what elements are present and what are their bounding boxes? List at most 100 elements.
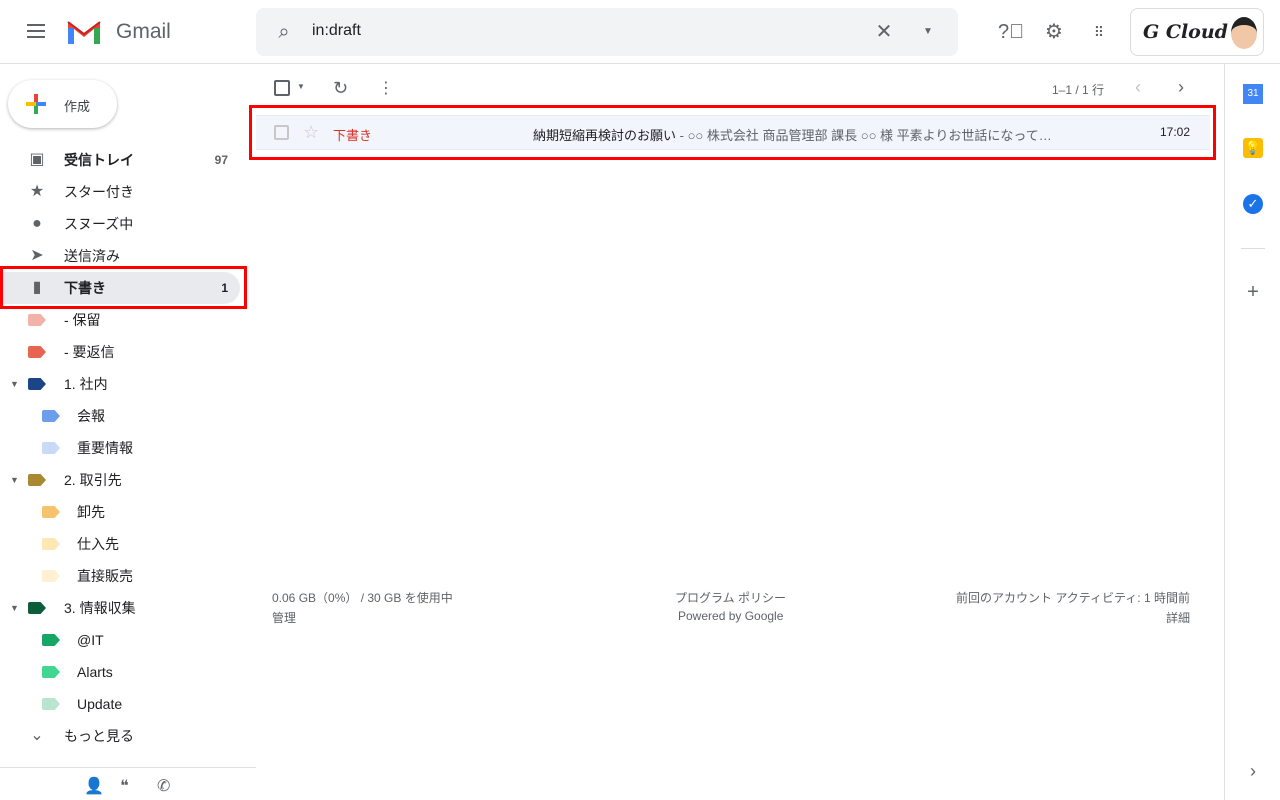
sidebar-label-name: 会報 (77, 408, 105, 424)
details-link[interactable]: 詳細 (1166, 609, 1190, 626)
sidebar-label-name: Alarts (77, 664, 113, 680)
sidebar-label-item[interactable]: Alarts (0, 656, 256, 688)
sidebar-label-item[interactable]: ▼ 1. 社内 (0, 368, 256, 400)
label-tag-icon (28, 602, 46, 614)
header: Gmail ⌕ in:draft ✕ ▼ ?⃝ ⚙ ⠿ G Cloud (0, 0, 1280, 64)
select-all-checkbox[interactable] (274, 80, 290, 96)
sidebar-label-item[interactable]: 卸先 (0, 496, 256, 528)
app-name: Gmail (116, 20, 171, 43)
sidebar-label-item[interactable]: 仕入先 (0, 528, 256, 560)
label-tag-icon (28, 314, 46, 326)
sidebar-label-item[interactable]: ▼ 3. 情報収集 (0, 592, 256, 624)
sidebar-label-name: 重要情報 (77, 440, 133, 456)
sidebar-label-name: 卸先 (77, 504, 105, 520)
main-menu-icon[interactable] (24, 20, 48, 44)
account-brand: G Cloud (1143, 21, 1228, 43)
tasks-icon[interactable]: ✓ (1243, 194, 1263, 214)
sidebar-label-item[interactable]: Update (0, 688, 256, 720)
select-dropdown-icon[interactable]: ▼ (297, 82, 305, 91)
help-icon[interactable]: ?⃝ (998, 20, 1024, 44)
label-tag-icon (28, 346, 46, 358)
sidebar: ▣ 受信トレイ 97 ★ スター付き ● スヌーズ中 ➤ 送信済み ▮ 下書き 1 - 保留 -… (0, 144, 256, 752)
label-tag-icon (42, 442, 60, 454)
more-button[interactable]: ⌄ もっと見る (0, 720, 256, 752)
sidebar-label-name: 直接販売 (77, 568, 133, 584)
email-highlight-box (249, 105, 1216, 160)
label-tag-icon (42, 410, 60, 422)
last-activity: 前回のアカウント アクティビティ: 1 時間前 (956, 591, 1190, 605)
star-icon: ★ (29, 183, 45, 200)
expand-caret-icon[interactable]: ▼ (10, 603, 19, 613)
label-tag-icon (42, 698, 60, 710)
more-label: もっと見る (64, 728, 134, 744)
sidebar-label-item[interactable]: - 要返信 (0, 336, 256, 368)
sidebar-label-name: 3. 情報収集 (64, 600, 136, 616)
sidebar-item-snoozed[interactable]: ● スヌーズ中 (0, 208, 256, 240)
calendar-icon[interactable]: 31 (1243, 84, 1263, 104)
unread-count: 97 (214, 153, 228, 167)
plus-icon (26, 94, 46, 114)
manage-link[interactable]: 管理 (272, 609, 296, 626)
apps-icon[interactable]: ⠿ (1086, 20, 1110, 44)
label-tag-icon (28, 474, 46, 486)
sidebar-item-starred[interactable]: ★ スター付き (0, 176, 256, 208)
powered-by: Powered by Google (678, 609, 784, 623)
sidebar-label-name: 仕入先 (77, 536, 119, 552)
label-tag-icon (42, 570, 60, 582)
sidebar-item-label: スヌーズ中 (64, 216, 134, 232)
refresh-icon[interactable]: ↻ (333, 78, 348, 99)
settings-icon[interactable]: ⚙ (1042, 20, 1066, 44)
search-bar[interactable]: ⌕ in:draft ✕ ▼ (256, 8, 958, 56)
drafts-highlight-box (0, 266, 247, 309)
chevron-down-icon: ⌄ (30, 727, 44, 744)
label-tag-icon (42, 666, 60, 678)
sidebar-item-inbox[interactable]: ▣ 受信トレイ 97 (0, 144, 256, 176)
sidebar-item-label: スター付き (64, 184, 134, 200)
expand-caret-icon[interactable]: ▼ (10, 475, 19, 485)
label-tag-icon (28, 378, 46, 390)
keep-icon[interactable]: 💡 (1243, 138, 1263, 158)
avatar (1231, 17, 1257, 49)
sidebar-label-item[interactable]: ▼ 2. 取引先 (0, 464, 256, 496)
more-options-icon[interactable]: ⋮ (378, 78, 394, 98)
send-icon: ➤ (30, 247, 44, 264)
sidebar-item-label: 送信済み (64, 248, 120, 264)
phone-icon[interactable]: ✆ (157, 776, 170, 796)
account-button[interactable]: G Cloud (1130, 8, 1264, 56)
label-tag-icon (42, 538, 60, 550)
sidebar-label-item[interactable]: 会報 (0, 400, 256, 432)
search-input[interactable]: in:draft (312, 22, 361, 40)
sidebar-label-name: - 保留 (64, 312, 101, 328)
sidebar-label-item[interactable]: 重要情報 (0, 432, 256, 464)
person-icon[interactable]: 👤 (84, 776, 104, 796)
sidebar-label-name: @IT (77, 632, 104, 648)
expand-panel-icon[interactable]: › (1243, 761, 1263, 781)
storage-usage: 0.06 GB（0%） / 30 GB を使用中 (272, 591, 453, 605)
sidebar-item-label: 受信トレイ (64, 152, 134, 168)
sidebar-label-name: Update (77, 696, 123, 712)
sidebar-label-name: 2. 取引先 (64, 472, 122, 488)
expand-caret-icon[interactable]: ▼ (10, 379, 19, 389)
compose-button[interactable]: 作成 (8, 80, 117, 128)
hangouts-bar: 👤 ❝ ✆ (0, 767, 256, 800)
sidebar-label-name: 1. 社内 (64, 376, 108, 392)
search-options-icon[interactable]: ▼ (916, 20, 940, 44)
divider (1241, 248, 1265, 249)
side-panel: 31 💡 ✓ + › (1224, 64, 1280, 800)
label-tag-icon (42, 634, 60, 646)
search-icon[interactable]: ⌕ (272, 20, 296, 44)
sidebar-label-item[interactable]: @IT (0, 624, 256, 656)
hangouts-icon[interactable]: ❝ (120, 776, 129, 796)
gmail-logo-icon (67, 21, 101, 44)
sidebar-label-name: - 要返信 (64, 344, 115, 360)
clear-search-icon[interactable]: ✕ (872, 20, 896, 44)
clock-icon: ● (32, 215, 42, 232)
sidebar-label-item[interactable]: 直接販売 (0, 560, 256, 592)
pagination: 1–1 / 1 行 (1052, 83, 1105, 97)
program-policy-link[interactable]: プログラム ポリシー (675, 589, 786, 606)
compose-label: 作成 (64, 99, 91, 114)
next-page-icon[interactable]: › (1178, 77, 1184, 98)
prev-page-icon[interactable]: ‹ (1135, 77, 1141, 98)
add-addon-icon[interactable]: + (1243, 282, 1263, 302)
inbox-icon: ▣ (29, 151, 45, 168)
